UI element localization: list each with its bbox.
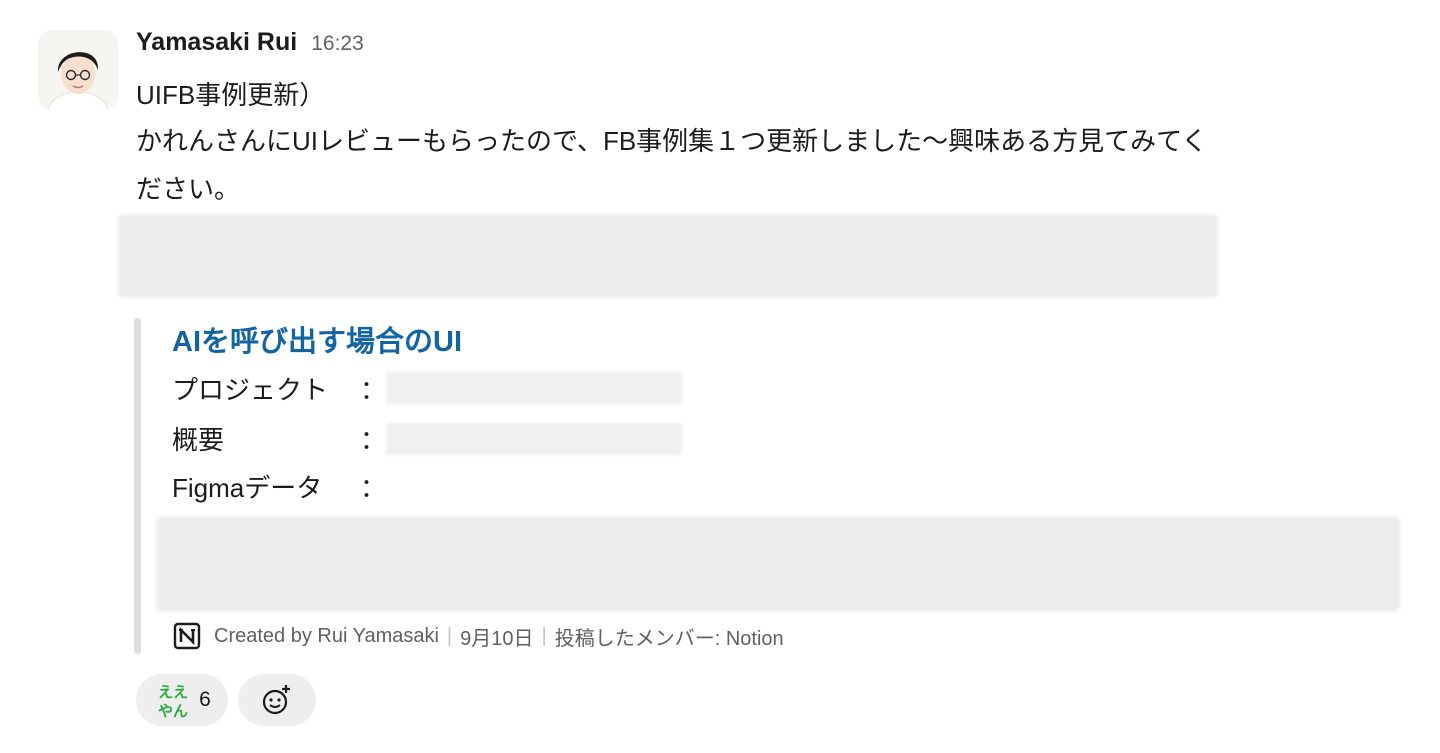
footer-date[interactable]: 9月10日 xyxy=(460,622,533,651)
message-timestamp[interactable]: 16:23 xyxy=(311,32,364,56)
attachment-title-link[interactable]: AIを呼び出す場合のUI xyxy=(172,318,462,360)
reaction-pill[interactable]: ええ やん 6 xyxy=(136,674,228,726)
redacted-figma-link xyxy=(156,516,1400,612)
emoji-text-top: ええ xyxy=(158,683,188,701)
redacted-overview-value xyxy=(386,423,682,455)
message-text-line: ださい。 xyxy=(136,174,241,204)
notion-icon xyxy=(172,621,202,651)
field-colon: ： xyxy=(360,473,387,503)
eeyan-emoji-icon: ええ やん xyxy=(153,680,193,720)
avatar[interactable] xyxy=(38,30,118,110)
add-reaction-button[interactable] xyxy=(238,674,316,726)
footer-separator: | xyxy=(541,624,547,647)
avatar-image xyxy=(38,30,118,110)
message-text-line: かれんさんにUIレビューもらったので、FB事例集１つ更新しました〜興味ある方見て… xyxy=(136,126,1208,156)
author-name[interactable]: Yamasaki Rui xyxy=(136,28,297,57)
field-label-project: プロジェクト xyxy=(172,375,329,405)
slack-message-page: Yamasaki Rui 16:23 UIFB事例更新） かれんさんにUIレビュ… xyxy=(0,0,1440,753)
message-text-line: UIFB事例更新） xyxy=(136,80,326,110)
field-colon: ： xyxy=(360,425,387,455)
field-colon: ： xyxy=(360,375,387,405)
message-header: Yamasaki Rui 16:23 xyxy=(136,28,364,64)
footer-separator: | xyxy=(446,624,453,647)
reaction-count: 6 xyxy=(199,688,211,711)
footer-created-by: Created by Rui Yamasaki xyxy=(214,624,439,647)
attachment-footer: Created by Rui Yamasaki | 9月10日 | 投稿したメン… xyxy=(172,620,784,652)
redacted-link xyxy=(118,214,1218,298)
field-label-figma: Figmaデータ xyxy=(172,473,323,503)
field-label-overview: 概要 xyxy=(172,425,225,455)
add-reaction-icon xyxy=(262,685,290,715)
attachment-border xyxy=(134,318,141,654)
redacted-project-value xyxy=(386,372,682,404)
footer-posted-by: 投稿したメンバー: Notion xyxy=(554,627,784,650)
emoji-text-bottom: やん xyxy=(158,702,188,720)
